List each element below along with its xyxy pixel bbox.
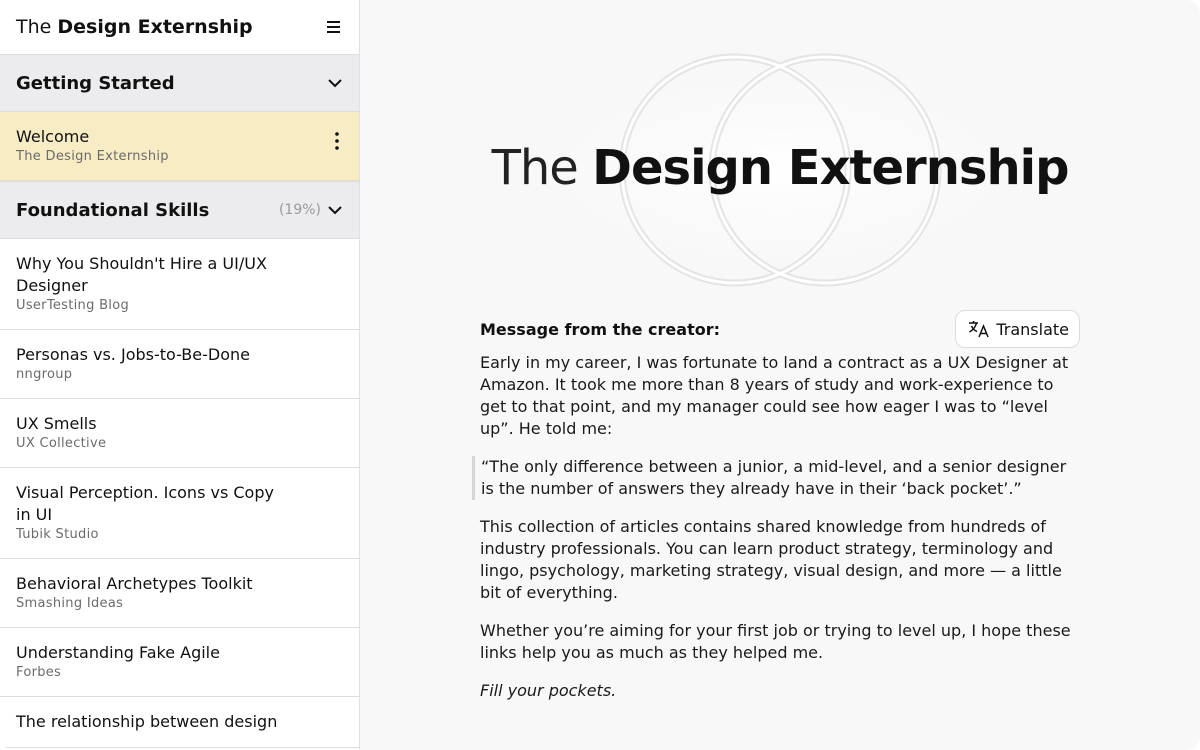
translate-label: Translate	[996, 319, 1069, 339]
item-title: Welcome	[16, 127, 90, 146]
list-item[interactable]: The relationship between design	[0, 697, 359, 748]
list-item[interactable]: Behavioral Archetypes Toolkit Smashing I…	[0, 559, 359, 628]
more-options-icon[interactable]	[335, 132, 339, 150]
item-subtitle: The Design Externship	[16, 149, 169, 164]
section-title: Foundational Skills	[16, 199, 210, 221]
hamburger-icon[interactable]	[325, 20, 343, 34]
message-paragraph: This collection of articles contains sha…	[480, 517, 1062, 602]
creator-message: Message from the creator: Translate Earl…	[472, 310, 1080, 702]
section-progress: (19%)	[278, 202, 321, 218]
sidebar-header: The Design Externship	[0, 0, 359, 54]
item-subtitle: UserTesting Blog	[16, 298, 130, 313]
section-meta: (19%)	[279, 202, 343, 218]
message-header: Message from the creator: Translate	[480, 310, 1080, 348]
item-subtitle: nngroup	[16, 367, 73, 382]
item-subtitle: Forbes	[16, 665, 62, 680]
item-title: Understanding Fake Agile	[16, 643, 220, 662]
list-item[interactable]: UX Smells UX Collective	[0, 399, 359, 468]
hero-title-prefix: The	[491, 140, 579, 196]
section-title: Getting Started	[16, 72, 175, 94]
item-title: UX Smells	[16, 414, 97, 433]
item-title: Behavioral Archetypes Toolkit	[16, 574, 253, 593]
message-paragraph: Early in my career, I was fortunate to l…	[480, 353, 1069, 438]
message-paragraph: Whether you’re aiming for your first job…	[480, 621, 1071, 662]
item-title: The relationship between design	[16, 712, 278, 731]
main-content: The Design Externship Message from the c…	[360, 0, 1200, 750]
item-subtitle: Smashing Ideas	[16, 596, 124, 611]
section-foundational-skills[interactable]: Foundational Skills (19%)	[0, 181, 359, 239]
app-window: The Design Externship Getting Started We…	[0, 0, 1200, 750]
translate-button[interactable]: Translate	[955, 310, 1080, 348]
hero-banner: The Design Externship	[480, 45, 1080, 295]
translate-icon	[969, 321, 990, 338]
hero-title-name: Design Externship	[592, 140, 1069, 196]
brand-prefix: The	[16, 16, 52, 38]
section-getting-started[interactable]: Getting Started	[0, 54, 359, 112]
brand-name: Design Externship	[57, 16, 253, 38]
message-signoff: Fill your pockets.	[480, 681, 617, 700]
item-title: Visual Perception. Icons vs Copy in UI	[16, 483, 274, 524]
item-title: Why You Shouldn't Hire a UI/UX Designer	[16, 254, 267, 295]
chevron-down-icon	[328, 79, 342, 88]
sidebar: The Design Externship Getting Started We…	[0, 0, 360, 750]
list-item[interactable]: Why You Shouldn't Hire a UI/UX Designer …	[0, 239, 359, 330]
list-item[interactable]: Visual Perception. Icons vs Copy in UI T…	[0, 468, 359, 559]
item-title: Personas vs. Jobs-to-Be-Done	[16, 345, 250, 364]
message-label: Message from the creator:	[480, 319, 720, 339]
sidebar-item-welcome[interactable]: Welcome The Design Externship	[0, 112, 359, 181]
chevron-down-icon	[328, 206, 342, 215]
sidebar-brand: The Design Externship	[16, 16, 253, 38]
item-subtitle: Tubik Studio	[16, 527, 99, 542]
list-item[interactable]: Personas vs. Jobs-to-Be-Done nngroup	[0, 330, 359, 399]
hero-title: The Design Externship	[491, 140, 1070, 196]
item-subtitle: UX Collective	[16, 436, 107, 451]
list-item[interactable]: Understanding Fake Agile Forbes	[0, 628, 359, 697]
message-quote: “The only difference between a junior, a…	[472, 456, 1080, 500]
